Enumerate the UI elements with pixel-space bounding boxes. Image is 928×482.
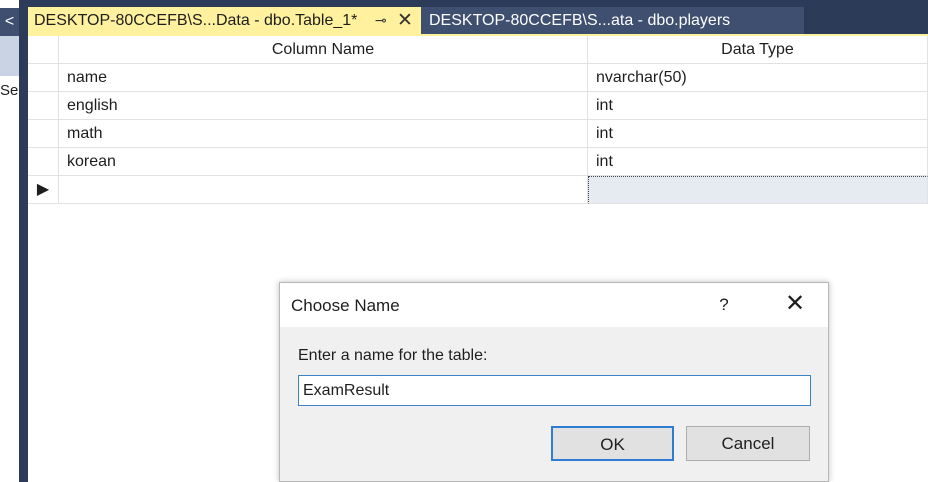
table-row[interactable]: name nvarchar(50): [28, 64, 928, 92]
help-button[interactable]: ?: [710, 292, 738, 318]
grid-header-row: Column Name Data Type: [28, 36, 928, 64]
data-type-cell[interactable]: nvarchar(50): [588, 64, 928, 92]
tab-label: DESKTOP-80CCEFB\S...Data - dbo.Table_1*: [34, 12, 358, 29]
tab-table-1[interactable]: DESKTOP-80CCEFB\S...Data - dbo.Table_1* …: [28, 7, 421, 34]
column-name-header[interactable]: Column Name: [59, 36, 588, 64]
column-name-cell[interactable]: [59, 176, 588, 204]
data-type-header[interactable]: Data Type: [588, 36, 928, 64]
row-selector-header: [28, 36, 59, 64]
tab-players[interactable]: DESKTOP-80CCEFB\S...ata - dbo.players: [421, 7, 804, 34]
column-name-cell[interactable]: korean: [59, 148, 588, 176]
dialog-titlebar: Choose Name ? ✕: [280, 283, 828, 327]
data-type-cell[interactable]: [588, 176, 928, 204]
ok-button[interactable]: OK: [551, 426, 674, 461]
object-explorer-panel: < Se: [0, 0, 20, 482]
current-row-arrow-icon[interactable]: ▶: [28, 176, 59, 204]
tab-label: DESKTOP-80CCEFB\S...ata - dbo.players: [429, 12, 731, 29]
row-selector[interactable]: [28, 64, 59, 92]
cancel-button[interactable]: Cancel: [686, 426, 810, 461]
panel-selection-strip: [0, 36, 19, 76]
column-name-cell[interactable]: english: [59, 92, 588, 120]
panel-fragment-text: Se: [0, 82, 19, 99]
table-row[interactable]: english int: [28, 92, 928, 120]
panel-divider: [19, 0, 28, 482]
row-selector[interactable]: [28, 92, 59, 120]
new-row[interactable]: ▶: [28, 176, 928, 204]
collapse-panel-button[interactable]: <: [0, 8, 19, 36]
table-name-input[interactable]: [298, 375, 811, 406]
column-name-cell[interactable]: math: [59, 120, 588, 148]
document-tab-strip: DESKTOP-80CCEFB\S...Data - dbo.Table_1* …: [28, 0, 928, 34]
column-name-cell[interactable]: name: [59, 64, 588, 92]
data-type-cell[interactable]: int: [588, 92, 928, 120]
close-dialog-button[interactable]: ✕: [780, 289, 810, 319]
row-selector[interactable]: [28, 120, 59, 148]
close-tab-icon[interactable]: ✕: [397, 7, 413, 34]
table-name-prompt: Enter a name for the table:: [298, 347, 488, 364]
dialog-title: Choose Name: [291, 296, 400, 315]
pin-icon[interactable]: ⊸: [375, 7, 387, 34]
table-row[interactable]: math int: [28, 120, 928, 148]
choose-name-dialog: Choose Name ? ✕ Enter a name for the tab…: [279, 282, 829, 482]
data-type-cell[interactable]: int: [588, 120, 928, 148]
row-selector[interactable]: [28, 148, 59, 176]
data-type-cell[interactable]: int: [588, 148, 928, 176]
table-row[interactable]: korean int: [28, 148, 928, 176]
